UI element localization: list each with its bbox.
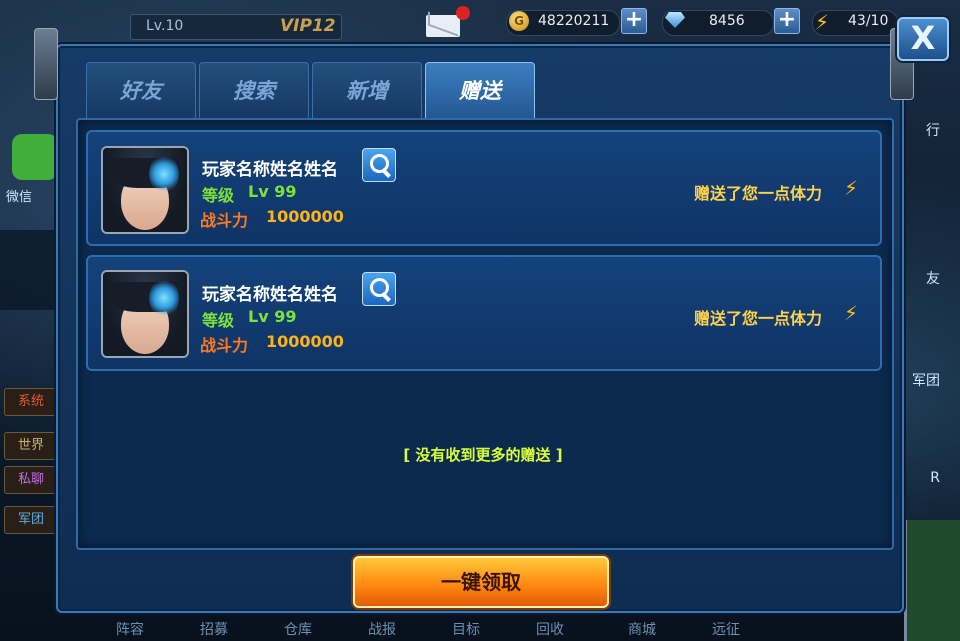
player-avatar[interactable] xyxy=(101,270,189,358)
chat-channel-system[interactable]: 系统 xyxy=(4,388,58,416)
close-button[interactable]: X xyxy=(897,17,949,61)
level-label: 等级 xyxy=(202,311,235,330)
view-player-button[interactable] xyxy=(362,272,396,306)
claim-all-button[interactable]: 一键领取 xyxy=(353,556,609,608)
chat-channel-private[interactable]: 私聊 xyxy=(4,466,58,494)
gift-message: 赠送了您一点体力 xyxy=(694,184,823,203)
side-menu-label[interactable]: 友 xyxy=(926,268,940,288)
tab-friends[interactable]: 好友 xyxy=(86,62,196,119)
bottom-menu-label[interactable]: 阵容 xyxy=(116,619,144,639)
power-value: 1000000 xyxy=(266,207,344,226)
mail-icon[interactable] xyxy=(426,15,460,37)
power-label: 战斗力 xyxy=(200,336,249,355)
chat-channel-world[interactable]: 世界 xyxy=(4,432,58,460)
level-value: Lv 99 xyxy=(248,307,297,326)
frame-ornament-left xyxy=(34,28,58,100)
gold-amount: 48220211 xyxy=(538,13,610,29)
add-gems-button[interactable]: + xyxy=(774,8,800,34)
gem-amount: 8456 xyxy=(709,13,745,29)
notification-dot xyxy=(456,6,470,20)
level-label: 等级 xyxy=(202,186,235,205)
background-panel xyxy=(0,230,60,310)
top-hud: Lv.10 VIP12 G 48220211 + 8456 + ⚡ 43/10 xyxy=(0,0,960,44)
radar-minimap[interactable] xyxy=(904,520,960,641)
stamina-bolt-icon: ⚡ xyxy=(844,176,859,200)
gold-coin-icon: G xyxy=(509,11,529,31)
bottom-menu-label[interactable]: 回收 xyxy=(536,619,564,639)
player-level: Lv.10 xyxy=(146,18,184,34)
lightning-icon: ⚡ xyxy=(815,10,830,34)
tab-gifts[interactable]: 赠送 xyxy=(425,62,535,122)
player-name: 玩家名称姓名姓名 xyxy=(202,285,338,305)
bottom-menu-label[interactable]: 目标 xyxy=(452,619,480,639)
no-more-gifts-message: [ 没有收到更多的赠送 ] xyxy=(403,446,563,464)
bottom-menu-label[interactable]: 仓库 xyxy=(284,619,312,639)
stamina-bolt-icon: ⚡ xyxy=(844,301,859,325)
view-player-button[interactable] xyxy=(362,148,396,182)
chat-channel-legion[interactable]: 军团 xyxy=(4,506,58,534)
side-menu-label[interactable]: 军团 xyxy=(912,370,940,390)
vip-badge[interactable]: VIP12 xyxy=(280,16,336,36)
stamina-amount: 43/10 xyxy=(848,13,889,29)
bottom-menu-label[interactable]: 招募 xyxy=(200,619,228,639)
wechat-label: 微信 xyxy=(6,190,33,205)
power-label: 战斗力 xyxy=(200,211,249,230)
side-menu-label[interactable]: 行 xyxy=(926,120,940,140)
tab-search[interactable]: 搜索 xyxy=(199,62,309,119)
player-avatar[interactable] xyxy=(101,146,189,234)
player-name: 玩家名称姓名姓名 xyxy=(202,160,338,180)
bottom-menu-label[interactable]: 战报 xyxy=(368,619,396,639)
gift-message: 赠送了您一点体力 xyxy=(694,309,823,328)
tab-new[interactable]: 新增 xyxy=(312,62,422,119)
add-gold-button[interactable]: + xyxy=(621,8,647,34)
bottom-menu-label[interactable]: 商城 xyxy=(628,619,656,639)
avatar-glow xyxy=(149,278,179,318)
power-value: 1000000 xyxy=(266,332,344,351)
avatar-glow xyxy=(149,154,179,194)
bottom-menu-label[interactable]: 远征 xyxy=(712,619,740,639)
level-value: Lv 99 xyxy=(248,182,297,201)
side-menu-label[interactable]: R xyxy=(930,470,940,486)
wechat-icon[interactable] xyxy=(12,134,58,180)
